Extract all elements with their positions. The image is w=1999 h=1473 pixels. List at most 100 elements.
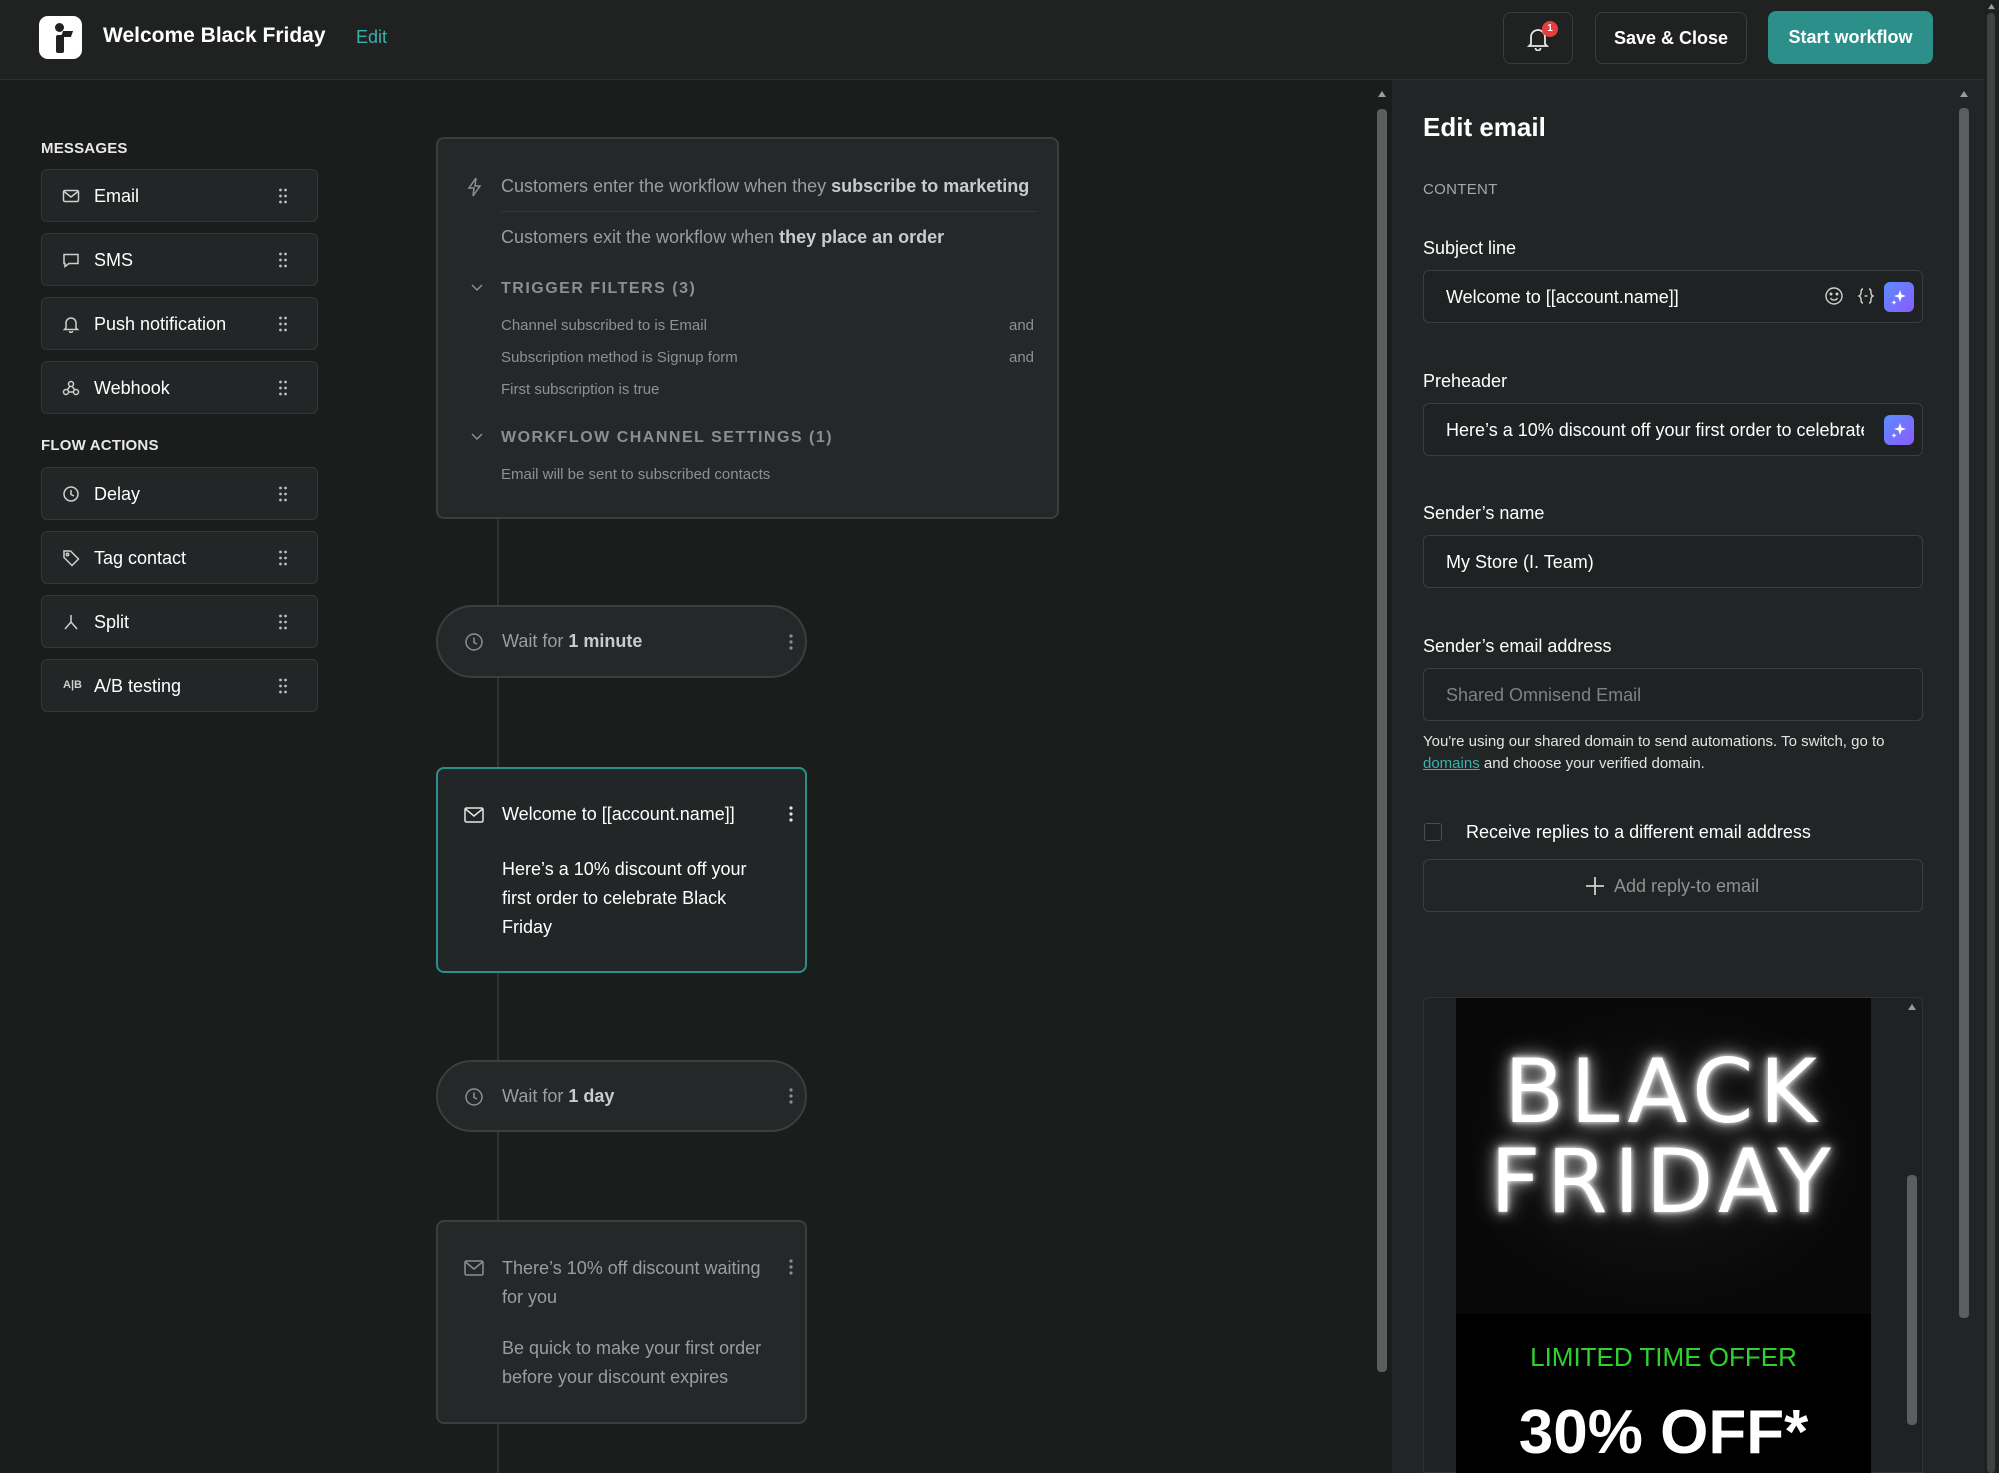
chat-icon [63, 253, 79, 268]
different-reply-label[interactable]: Receive replies to a different email add… [1466, 822, 1811, 843]
start-workflow-button[interactable]: Start workflow [1768, 11, 1933, 64]
more-options-icon[interactable] [789, 634, 793, 650]
sidebar-item-label: A/B testing [94, 676, 182, 696]
trigger-filters-heading[interactable]: TRIGGER FILTERS (3) [501, 280, 696, 298]
subject-line-field[interactable]: Welcome to [[account.name]] [1423, 270, 1923, 323]
delay-node[interactable]: Wait for 1 minute [436, 605, 807, 678]
banner-line-2: FRIDAY [1489, 1130, 1838, 1233]
divider [501, 211, 1036, 212]
clock-icon [63, 486, 79, 502]
sidebar-item-label: Delay [94, 484, 141, 504]
delay-value: 1 minute [568, 631, 643, 651]
drag-handle-icon[interactable] [278, 486, 288, 502]
email-node-title: Welcome to [[account.name]] [502, 804, 735, 824]
notification-badge: 1 [1542, 21, 1558, 37]
delay-node[interactable]: Wait for 1 day [436, 1060, 807, 1132]
messages-heading: MESSAGES [41, 140, 128, 157]
trigger-filter-row: First subscription is true [501, 381, 660, 398]
chevron-down-icon[interactable] [470, 283, 484, 293]
panel-scrollbar-thumb[interactable] [1959, 108, 1969, 1318]
sender-name-input[interactable]: My Store (I. Team) [1446, 552, 1594, 573]
preheader-field[interactable]: Here’s a 10% discount off your first ord… [1423, 403, 1923, 456]
subject-line-input[interactable]: Welcome to [[account.name]] [1446, 287, 1806, 308]
email-node-title: There’s 10% off discount waiting for you [502, 1258, 761, 1307]
more-options-icon[interactable] [789, 806, 793, 822]
add-reply-to-button[interactable]: Add reply-to email [1423, 859, 1923, 912]
preheader-input[interactable]: Here’s a 10% discount off your first ord… [1446, 420, 1864, 441]
top-bar: Welcome Black Friday Edit 1 Save & Close… [0, 0, 1999, 80]
notifications-button[interactable]: 1 [1503, 12, 1573, 64]
discount-text: 30% OFF* [1518, 1398, 1809, 1467]
sidebar-item-label: Tag contact [94, 548, 187, 568]
drag-handle-icon[interactable] [278, 252, 288, 268]
ai-assist-button[interactable] [1884, 282, 1914, 312]
ai-assist-button[interactable] [1884, 415, 1914, 445]
sparkle-icon [1891, 423, 1906, 438]
sidebar-item-delay[interactable]: Delay [41, 467, 318, 520]
sparkle-icon [1891, 290, 1906, 305]
mail-icon [464, 1260, 484, 1276]
scroll-up-icon[interactable] [1907, 1003, 1917, 1011]
email-node-body: Be quick to make your first order before… [502, 1338, 762, 1387]
domains-link[interactable]: domains [1423, 755, 1480, 772]
scroll-up-icon[interactable] [1987, 3, 1996, 10]
clock-icon [465, 1088, 483, 1106]
sidebar-item-label: Split [94, 612, 130, 632]
chevron-down-icon[interactable] [470, 432, 484, 442]
mail-icon [62, 189, 80, 203]
shared-domain-help: You're using our shared domain to send a… [1423, 733, 1885, 772]
mail-icon [464, 807, 484, 823]
content-section-label: CONTENT [1423, 181, 1498, 198]
drag-handle-icon[interactable] [278, 550, 288, 566]
sidebar-item-label: SMS [94, 250, 134, 270]
drag-handle-icon[interactable] [278, 316, 288, 332]
sidebar-item-tag-contact[interactable]: Tag contact [41, 531, 318, 584]
email-node[interactable]: There’s 10% off discount waiting for you… [436, 1220, 807, 1424]
different-reply-checkbox[interactable] [1424, 823, 1442, 841]
lightning-icon [467, 177, 482, 197]
more-options-icon[interactable] [789, 1088, 793, 1104]
flow-actions-heading: FLOW ACTIONS [41, 437, 159, 454]
sender-name-field[interactable]: My Store (I. Team) [1423, 535, 1923, 588]
sidebar-item-email[interactable]: Email [41, 169, 318, 222]
drag-handle-icon[interactable] [278, 380, 288, 396]
sidebar-item-push-notification[interactable]: Push notification [41, 297, 318, 350]
sender-email-input[interactable]: Shared Omnisend Email [1446, 685, 1641, 706]
split-icon [64, 615, 78, 630]
sidebar-item-split[interactable]: Split [41, 595, 318, 648]
more-options-icon[interactable] [789, 1259, 793, 1275]
channel-settings-heading[interactable]: WORKFLOW CHANNEL SETTINGS (1) [501, 429, 833, 447]
drag-handle-icon[interactable] [278, 188, 288, 204]
trigger-exit-text: Customers exit the workflow when they pl… [501, 227, 945, 247]
email-node-selected[interactable]: Welcome to [[account.name]] Here’s a 10%… [436, 767, 807, 973]
canvas-scrollbar-thumb[interactable] [1377, 109, 1387, 1372]
window-scrollbar-thumb[interactable] [1987, 13, 1995, 1473]
preview-scrollbar-thumb[interactable] [1907, 1175, 1917, 1425]
flow-connector [497, 1424, 499, 1473]
sidebar-item-label: Email [94, 186, 140, 206]
drag-handle-icon[interactable] [278, 678, 288, 694]
subject-line-label: Subject line [1423, 238, 1517, 258]
flow-connector [497, 519, 499, 605]
emoji-icon[interactable] [1824, 286, 1844, 306]
sender-email-field[interactable]: Shared Omnisend Email [1423, 668, 1923, 721]
black-friday-banner: BLACK FRIDAY [1456, 998, 1871, 1314]
banner-line-1: BLACK [1503, 1040, 1824, 1143]
save-close-button[interactable]: Save & Close [1595, 12, 1747, 64]
edit-title-link[interactable]: Edit [356, 27, 387, 48]
filter-conjunction: and [1009, 317, 1035, 334]
drag-handle-icon[interactable] [278, 614, 288, 630]
flow-connector [497, 973, 499, 1060]
sidebar-item-label: Push notification [94, 314, 227, 334]
sidebar-item-webhook[interactable]: Webhook [41, 361, 318, 414]
sidebar-item-label: Webhook [94, 378, 170, 398]
scroll-up-icon[interactable] [1377, 90, 1387, 98]
sidebar-item-sms[interactable]: SMS [41, 233, 318, 286]
scroll-up-icon[interactable] [1959, 90, 1969, 98]
sender-name-label: Sender’s name [1423, 503, 1545, 523]
email-node-body: Here’s a 10% discount off your first ord… [502, 859, 747, 937]
app-logo[interactable] [39, 16, 82, 59]
personalization-tag-icon[interactable] [1856, 286, 1876, 306]
sidebar-item-ab-testing[interactable]: A|B A/B testing [41, 659, 318, 712]
channel-settings-text: Email will be sent to subscribed contact… [501, 466, 771, 483]
